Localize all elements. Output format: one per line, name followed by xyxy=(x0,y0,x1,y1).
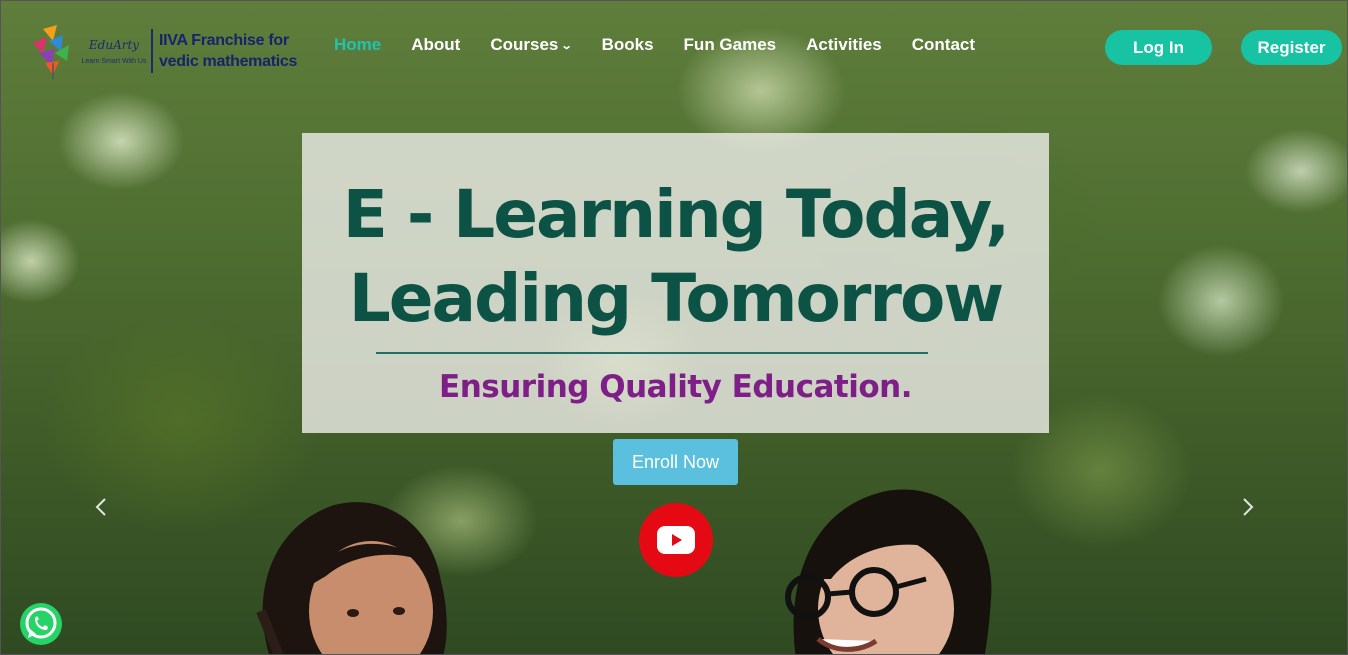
hero-subline: Ensuring Quality Education. xyxy=(439,369,912,405)
hero-headline: E - Learning Today, Leading Tomorrow xyxy=(302,173,1049,341)
chevron-right-icon[interactable] xyxy=(1242,495,1254,526)
login-button[interactable]: Log In xyxy=(1105,30,1212,65)
hero-slider: EduArty Learn Smart With Us IIVA Franchi… xyxy=(0,0,1348,655)
logo-divider xyxy=(151,29,153,73)
youtube-play-icon xyxy=(657,526,695,554)
franchise-line-1: IIVA Franchise for xyxy=(159,32,289,49)
nav-item-courses-label: Courses xyxy=(490,35,559,54)
chevron-down-icon: ⌄ xyxy=(560,39,573,52)
site-logo[interactable]: EduArty Learn Smart With Us IIVA Franchi… xyxy=(29,19,309,83)
banner-divider xyxy=(376,352,928,354)
logo-franchise-text: IIVA Franchise for vedic mathematics xyxy=(159,30,297,72)
enroll-now-button[interactable]: Enroll Now xyxy=(613,439,738,485)
logo-emblem-icon xyxy=(29,23,75,79)
whatsapp-icon[interactable] xyxy=(18,601,64,647)
nav-item-activities[interactable]: Activities xyxy=(806,35,882,55)
hero-headline-line-1: E - Learning Today, xyxy=(342,176,1010,253)
youtube-play-button[interactable] xyxy=(639,503,713,577)
chevron-left-icon[interactable] xyxy=(95,495,107,526)
nav-item-books[interactable]: Books xyxy=(602,35,654,55)
nav-item-courses[interactable]: Courses ⌄ xyxy=(490,35,573,55)
register-button[interactable]: Register xyxy=(1241,30,1342,65)
logo-tagline: Learn Smart With Us xyxy=(81,57,147,65)
nav-item-contact[interactable]: Contact xyxy=(912,35,975,55)
franchise-line-2: vedic mathematics xyxy=(159,53,298,70)
nav-item-fun-games[interactable]: Fun Games xyxy=(684,35,777,55)
nav-item-about[interactable]: About xyxy=(411,35,460,55)
hero-photo-girl-left xyxy=(256,502,447,654)
main-nav: Home About Courses ⌄ Books Fun Games Act… xyxy=(334,35,1005,55)
logo-brand: EduArty xyxy=(88,37,140,52)
hero-photo-girl-right xyxy=(785,489,992,654)
hero-banner: E - Learning Today, Leading Tomorrow Ens… xyxy=(302,133,1049,433)
nav-item-home[interactable]: Home xyxy=(334,35,381,55)
hero-headline-line-2: Leading Tomorrow xyxy=(348,260,1005,337)
